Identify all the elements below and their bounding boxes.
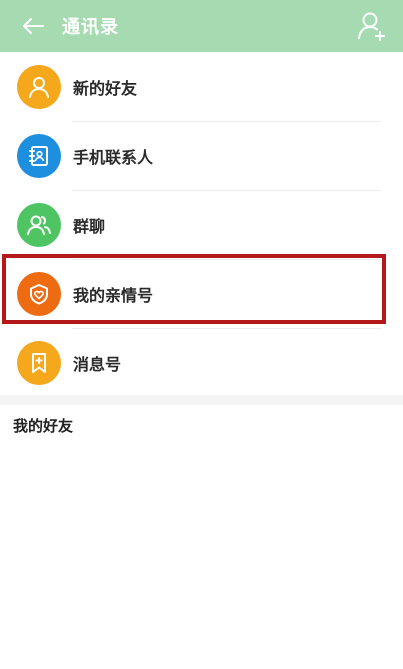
back-button[interactable] — [18, 11, 48, 41]
friends-section: 我的好友 — [0, 405, 403, 669]
section-title: 我的好友 — [13, 417, 74, 435]
contacts-menu-list: 新的好友 手机联系人 群聊 我的亲情号 消息号 — [0, 52, 403, 395]
bookmark-plus-icon — [17, 340, 61, 385]
top-bar: 通讯录 — [0, 0, 403, 52]
menu-item-message-number[interactable]: 消息号 — [0, 328, 403, 397]
menu-item-new-friends[interactable]: 新的好友 — [0, 52, 403, 121]
menu-item-phone-contacts[interactable]: 手机联系人 — [0, 121, 403, 190]
menu-item-group-chat[interactable]: 群聊 — [0, 190, 403, 259]
menu-item-label: 群聊 — [73, 216, 106, 236]
contact-book-icon — [17, 133, 61, 178]
menu-item-family-number[interactable]: 我的亲情号 — [0, 259, 403, 328]
menu-item-label: 手机联系人 — [73, 147, 154, 167]
add-friend-button[interactable] — [357, 11, 387, 41]
shield-heart-icon — [17, 271, 61, 316]
person-icon — [17, 64, 61, 109]
arrow-left-icon — [23, 18, 44, 34]
menu-item-label: 新的好友 — [73, 78, 138, 98]
menu-item-label: 消息号 — [73, 354, 122, 374]
menu-item-label: 我的亲情号 — [73, 285, 154, 305]
page-title: 通讯录 — [62, 17, 119, 38]
group-icon — [17, 202, 61, 247]
add-person-icon — [358, 12, 385, 41]
